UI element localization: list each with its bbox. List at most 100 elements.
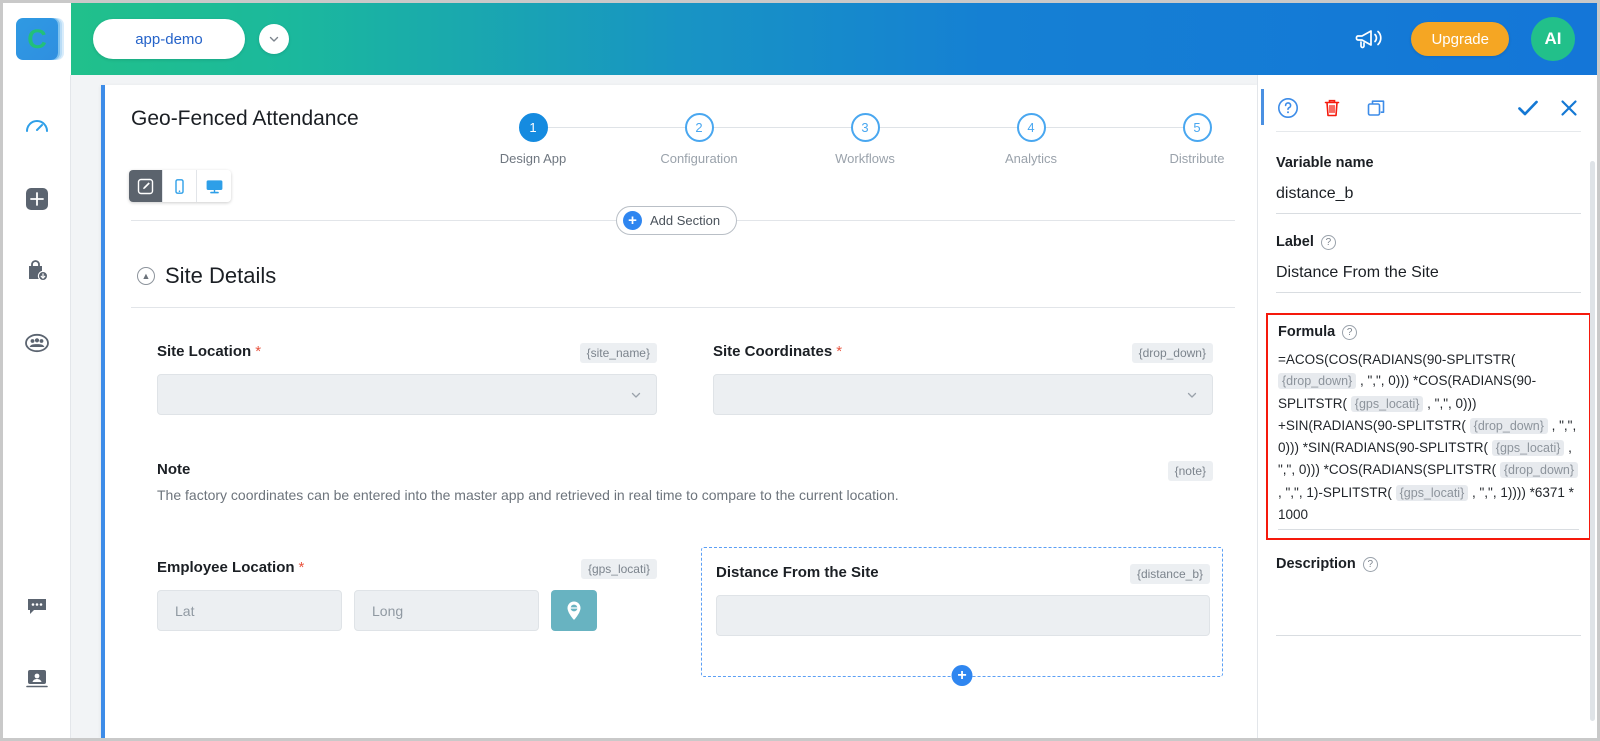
- store-icon[interactable]: [17, 251, 57, 291]
- step-number: 2: [684, 113, 714, 142]
- confirm-check-icon[interactable]: [1515, 95, 1541, 121]
- step-number: 5: [1182, 113, 1212, 142]
- panel-scrollbar[interactable]: [1590, 161, 1595, 721]
- account-icon[interactable]: [17, 658, 57, 698]
- ai-avatar[interactable]: AI: [1531, 17, 1575, 61]
- step-number: 4: [1016, 113, 1046, 142]
- logo-letter: C: [27, 23, 47, 54]
- step-number: 3: [850, 113, 880, 142]
- field-label: Note: [157, 461, 191, 478]
- field-label-text: Site Location: [157, 343, 252, 360]
- site-location-select[interactable]: [157, 374, 657, 415]
- required-marker: *: [298, 559, 305, 576]
- step-number: 1: [518, 113, 548, 142]
- stepper-step-configuration[interactable]: 2 Configuration: [651, 103, 747, 166]
- megaphone-icon[interactable]: [1355, 26, 1385, 52]
- edit-mode-button[interactable]: [129, 170, 163, 202]
- chevron-down-icon[interactable]: [259, 24, 289, 54]
- field-label: Site Coordinates *: [713, 343, 842, 360]
- add-icon[interactable]: [17, 179, 57, 219]
- label-text: Formula: [1278, 324, 1336, 340]
- top-header-bar: app-demo Upgrade AI: [71, 3, 1597, 75]
- formula-variable-token: {gps_locati}: [1395, 484, 1469, 501]
- app-name-label: app-demo: [135, 30, 203, 48]
- stepper-items: 1 Design App 2 Configuration 3 Workflows: [485, 103, 1245, 166]
- chat-icon[interactable]: [17, 586, 57, 626]
- formula-variable-token: {gps_locati}: [1350, 395, 1424, 412]
- help-icon[interactable]: ?: [1320, 234, 1336, 250]
- plus-icon: +: [623, 211, 642, 230]
- add-field-plus-icon[interactable]: +: [951, 665, 973, 686]
- description-block: Description ?: [1276, 556, 1581, 637]
- description-field-label: Description ?: [1276, 556, 1581, 572]
- required-marker: *: [255, 343, 262, 360]
- top-header: C app-demo Upgrade AI: [3, 3, 1597, 75]
- field-label-text: Site Coordinates: [713, 343, 833, 360]
- chevron-up-icon[interactable]: ▲: [137, 267, 155, 285]
- longitude-input[interactable]: Long: [354, 590, 539, 631]
- stepper-step-design-app[interactable]: 1 Design App: [485, 103, 581, 166]
- latitude-input[interactable]: Lat: [157, 590, 342, 631]
- app-design-canvas: Geo-Fenced Attendance 1 Design App 2 Con…: [101, 85, 1257, 738]
- section-title-label: Site Details: [165, 263, 277, 288]
- close-icon[interactable]: [1557, 96, 1581, 120]
- field-label-text: Employee Location: [157, 559, 295, 576]
- formula-input[interactable]: =ACOS(COS(RADIANS(90-SPLITSTR( {drop_dow…: [1278, 340, 1579, 531]
- duplicate-icon[interactable]: [1364, 96, 1388, 120]
- map-pin-icon[interactable]: [551, 590, 597, 631]
- selected-field-wrapper[interactable]: Distance From the Site {distance_b} +: [701, 547, 1223, 686]
- label-text: Description: [1276, 556, 1356, 573]
- stepper-step-analytics[interactable]: 4 Analytics: [983, 103, 1079, 166]
- property-panel-body: Variable name distance_b Label ? Distanc…: [1266, 155, 1591, 637]
- upgrade-button[interactable]: Upgrade: [1411, 22, 1509, 56]
- step-label: Configuration: [660, 151, 738, 166]
- section-header-site-details[interactable]: ▲ Site Details: [137, 263, 276, 289]
- mobile-preview-button[interactable]: [163, 170, 197, 202]
- label-field-label: Label ?: [1276, 234, 1581, 250]
- dashboard-icon[interactable]: [17, 107, 57, 147]
- property-panel: Variable name distance_b Label ? Distanc…: [1257, 75, 1597, 738]
- step-label: Design App: [499, 151, 567, 166]
- delete-icon[interactable]: [1320, 96, 1344, 120]
- users-icon[interactable]: [17, 323, 57, 363]
- field-distance-from-site: Distance From the Site {distance_b}: [716, 564, 1210, 636]
- ai-avatar-label: AI: [1544, 29, 1562, 48]
- variable-tag: {gps_locati}: [580, 559, 657, 579]
- app-name-pill[interactable]: app-demo: [93, 19, 245, 59]
- help-icon[interactable]: [1276, 96, 1300, 120]
- variable-tag: {drop_down}: [1131, 343, 1213, 363]
- field-label: Distance From the Site: [716, 564, 879, 581]
- site-coordinates-select[interactable]: [713, 374, 1213, 415]
- help-icon[interactable]: ?: [1362, 556, 1378, 572]
- stepper-step-distribute[interactable]: 5 Distribute: [1149, 103, 1245, 166]
- formula-field-label: Formula ?: [1278, 324, 1579, 340]
- add-section-button[interactable]: + Add Section: [616, 206, 738, 235]
- required-marker: *: [836, 343, 843, 360]
- variable-name-input[interactable]: distance_b: [1276, 171, 1581, 214]
- property-panel-toolbar: [1276, 89, 1581, 127]
- page-title: Geo-Fenced Attendance: [131, 107, 359, 130]
- distance-from-site-input[interactable]: [716, 595, 1210, 636]
- formula-highlight-box: Formula ? =ACOS(COS(RADIANS(90-SPLITSTR(…: [1266, 313, 1591, 541]
- formula-variable-token: {drop_down}: [1469, 417, 1548, 434]
- field-site-coordinates: Site Coordinates * {drop_down}: [713, 343, 1213, 415]
- variable-tag: {site_name}: [579, 343, 657, 363]
- field-label: Employee Location *: [157, 559, 304, 576]
- desktop-preview-button[interactable]: [197, 170, 231, 202]
- panel-accent-bar: [1261, 89, 1264, 125]
- field-site-location: Site Location * {site_name}: [157, 343, 657, 415]
- step-label: Analytics: [1004, 151, 1058, 166]
- field-employee-location: Employee Location * {gps_locati} Lat Long: [157, 559, 657, 631]
- brand-logo[interactable]: C: [3, 3, 71, 75]
- logo-icon: C: [16, 18, 58, 60]
- app-window: C app-demo Upgrade AI Geo-Fenced Attenda…: [0, 0, 1600, 741]
- description-input[interactable]: [1276, 584, 1581, 637]
- stepper-step-workflows[interactable]: 3 Workflows: [817, 103, 913, 166]
- field-note: Note {note} The factory coordinates can …: [157, 461, 1213, 503]
- label-input[interactable]: Distance From the Site: [1276, 250, 1581, 293]
- formula-variable-token: {drop_down}: [1278, 373, 1357, 390]
- formula-variable-token: {gps_locati}: [1491, 440, 1565, 457]
- step-label: Workflows: [835, 151, 895, 166]
- help-icon[interactable]: ?: [1342, 324, 1358, 340]
- note-text: The factory coordinates can be entered i…: [157, 487, 899, 503]
